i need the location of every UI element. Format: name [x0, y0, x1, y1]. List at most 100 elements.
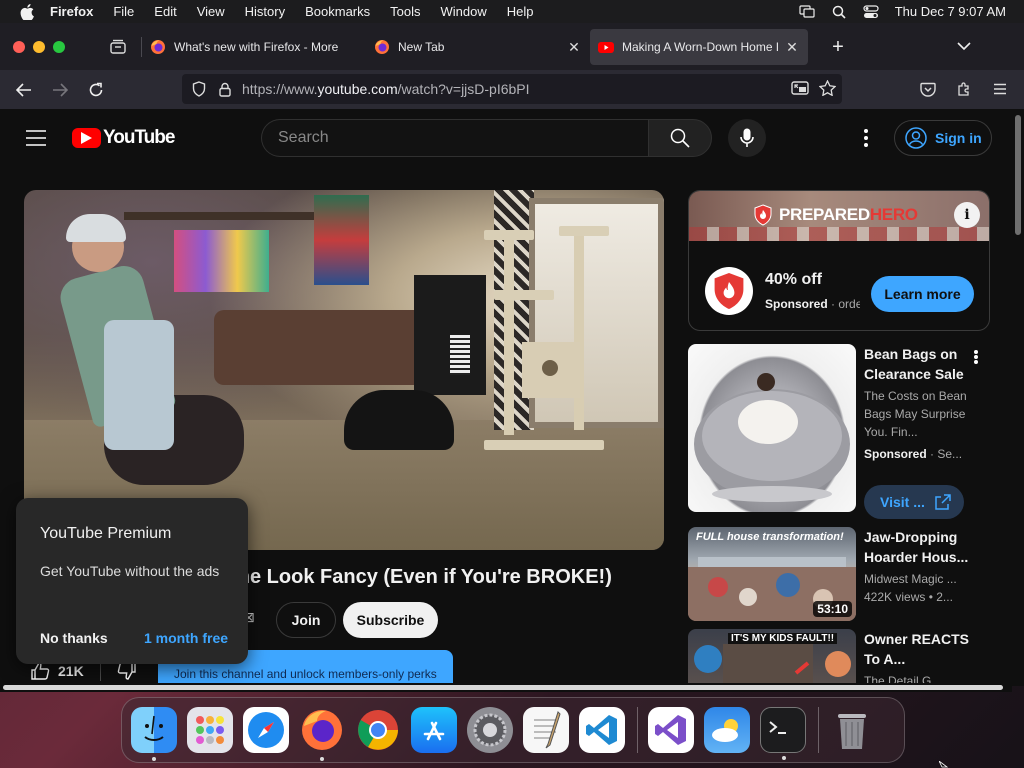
- finder-icon[interactable]: [131, 707, 177, 761]
- search-input[interactable]: Search: [261, 119, 649, 157]
- spotlight-search-icon[interactable]: [831, 5, 847, 19]
- sponsored-extra: Se...: [937, 447, 963, 461]
- video-thumbnail[interactable]: FULL house transformation! 53:10: [688, 527, 856, 621]
- bookmark-star-icon[interactable]: [818, 78, 837, 99]
- ad-info-icon[interactable]: i: [954, 202, 980, 228]
- vertical-scrollbar[interactable]: [1012, 109, 1024, 686]
- app-menu-hamburger-icon[interactable]: [985, 74, 1015, 104]
- extensions-puzzle-icon[interactable]: [949, 74, 979, 104]
- tab-youtube-video[interactable]: Making A Worn-Down Home Lo ✕: [590, 28, 808, 65]
- browser-navbar: https://www.youtube.com/watch?v=jjsD-pI6…: [0, 70, 1024, 109]
- visit-site-button[interactable]: Visit ...: [864, 485, 964, 519]
- firefox-view-icon[interactable]: [105, 34, 131, 60]
- subscribe-button[interactable]: Subscribe: [343, 602, 438, 638]
- reload-button[interactable]: [81, 75, 111, 105]
- menubar-clock[interactable]: Thu Dec 7 9:07 AM: [895, 4, 1006, 19]
- like-count[interactable]: 21K: [58, 663, 84, 679]
- forward-button[interactable]: [45, 75, 75, 105]
- recommendation-item[interactable]: FULL house transformation! 53:10 Jaw-Dro…: [688, 527, 1000, 623]
- ad-banner: PREPARED HERO i: [689, 191, 989, 241]
- like-divider: [99, 661, 101, 681]
- menu-tools[interactable]: Tools: [390, 4, 420, 19]
- recommendation-title[interactable]: Jaw-Dropping Hoarder Hous...: [864, 527, 982, 567]
- video-frame-trash-bag: [344, 390, 454, 450]
- sign-in-button[interactable]: Sign in: [894, 120, 992, 156]
- terminal-icon[interactable]: [760, 707, 806, 760]
- dislike-thumb-down-icon[interactable]: [117, 661, 137, 681]
- recommendation-more-icon[interactable]: [974, 350, 978, 364]
- video-player[interactable]: [24, 190, 664, 550]
- recommendation-item[interactable]: Bean Bags on Clearance Sale The Costs on…: [688, 344, 1000, 524]
- menu-app-name[interactable]: Firefox: [50, 4, 93, 19]
- sign-in-label: Sign in: [935, 130, 982, 146]
- menu-history[interactable]: History: [245, 4, 285, 19]
- firefox-favicon-icon: [374, 39, 390, 55]
- browser-tab-bar: What's new with Firefox - More New Tab ✕…: [0, 23, 1024, 70]
- tab-close-icon[interactable]: ✕: [566, 39, 582, 55]
- guide-menu-icon[interactable]: [26, 130, 46, 146]
- tab-title: Making A Worn-Down Home Lo: [622, 39, 778, 54]
- learn-more-button[interactable]: Learn more: [871, 276, 974, 312]
- lock-icon[interactable]: [216, 80, 234, 98]
- search-button[interactable]: [648, 119, 712, 157]
- vscode-icon[interactable]: [579, 707, 625, 753]
- menu-window[interactable]: Window: [441, 4, 487, 19]
- free-trial-button[interactable]: 1 month free: [144, 630, 228, 646]
- sponsored-ad-card[interactable]: PREPARED HERO i 40% off Sponsored · orde …: [688, 190, 990, 331]
- firefox-icon[interactable]: [299, 707, 345, 761]
- youtube-masthead: YouTube Search Sign in: [0, 109, 1012, 167]
- recommendation-item[interactable]: IT'S MY KIDS FAULT!! Owner REACTS To A..…: [688, 629, 1000, 686]
- tab-whats-new[interactable]: What's new with Firefox - More: [142, 29, 366, 65]
- voice-search-button[interactable]: [728, 119, 766, 157]
- menu-file[interactable]: File: [113, 4, 134, 19]
- system-settings-icon[interactable]: [467, 707, 513, 753]
- tracking-protection-shield-icon[interactable]: [190, 80, 208, 98]
- fullscreen-window-button[interactable]: [53, 40, 65, 53]
- join-button[interactable]: Join: [276, 602, 336, 638]
- visual-studio-icon[interactable]: [648, 707, 694, 753]
- url-prefix: https://www.: [242, 81, 318, 97]
- scrollbar-thumb[interactable]: [1015, 115, 1021, 235]
- menu-bookmarks[interactable]: Bookmarks: [305, 4, 370, 19]
- launchpad-icon[interactable]: [187, 707, 233, 753]
- premium-description: Get YouTube without the ads: [40, 563, 220, 579]
- recommendation-title[interactable]: Owner REACTS To A...: [864, 629, 982, 669]
- microphone-icon: [740, 128, 754, 147]
- menu-help[interactable]: Help: [507, 4, 534, 19]
- settings-kebab-icon[interactable]: [856, 128, 876, 148]
- recommendation-title[interactable]: Bean Bags on Clearance Sale: [864, 344, 982, 384]
- recommendation-channel[interactable]: Midwest Magic ...: [864, 570, 982, 588]
- chrome-icon[interactable]: [355, 707, 401, 753]
- picture-in-picture-icon[interactable]: [791, 80, 809, 99]
- minimize-window-button[interactable]: [33, 40, 45, 53]
- trash-icon[interactable]: [829, 707, 875, 753]
- video-thumbnail[interactable]: IT'S MY KIDS FAULT!!: [688, 629, 856, 686]
- ad-headline[interactable]: 40% off: [765, 271, 822, 289]
- tab-new-tab[interactable]: New Tab ✕: [366, 29, 590, 65]
- weather-icon[interactable]: [704, 707, 750, 753]
- apple-menu-icon[interactable]: [20, 3, 34, 20]
- video-thumbnail[interactable]: [688, 344, 856, 512]
- new-tab-button[interactable]: +: [824, 33, 852, 61]
- safari-icon[interactable]: [243, 707, 289, 753]
- video-frame-couch: [214, 310, 424, 385]
- screen-mirroring-icon[interactable]: [799, 4, 815, 19]
- list-all-tabs-icon[interactable]: [954, 37, 974, 57]
- menu-edit[interactable]: Edit: [154, 4, 176, 19]
- youtube-logo[interactable]: YouTube: [72, 127, 175, 149]
- tab-close-icon[interactable]: ✕: [784, 39, 800, 55]
- horizontal-scrollbar[interactable]: [0, 683, 1012, 692]
- menu-view[interactable]: View: [197, 4, 225, 19]
- urlbar-actions: [791, 78, 837, 99]
- app-store-icon[interactable]: [411, 707, 457, 753]
- scrollbar-thumb[interactable]: [3, 685, 1003, 690]
- advertiser-avatar[interactable]: [705, 267, 753, 315]
- close-window-button[interactable]: [13, 40, 25, 53]
- textedit-icon[interactable]: [523, 707, 569, 753]
- address-bar[interactable]: https://www.youtube.com/watch?v=jjsD-pI6…: [182, 74, 842, 104]
- control-center-icon[interactable]: [863, 4, 879, 19]
- pocket-icon[interactable]: [913, 74, 943, 104]
- no-thanks-button[interactable]: No thanks: [40, 630, 108, 646]
- like-thumb-up-icon[interactable]: [30, 661, 50, 681]
- back-button[interactable]: [9, 75, 39, 105]
